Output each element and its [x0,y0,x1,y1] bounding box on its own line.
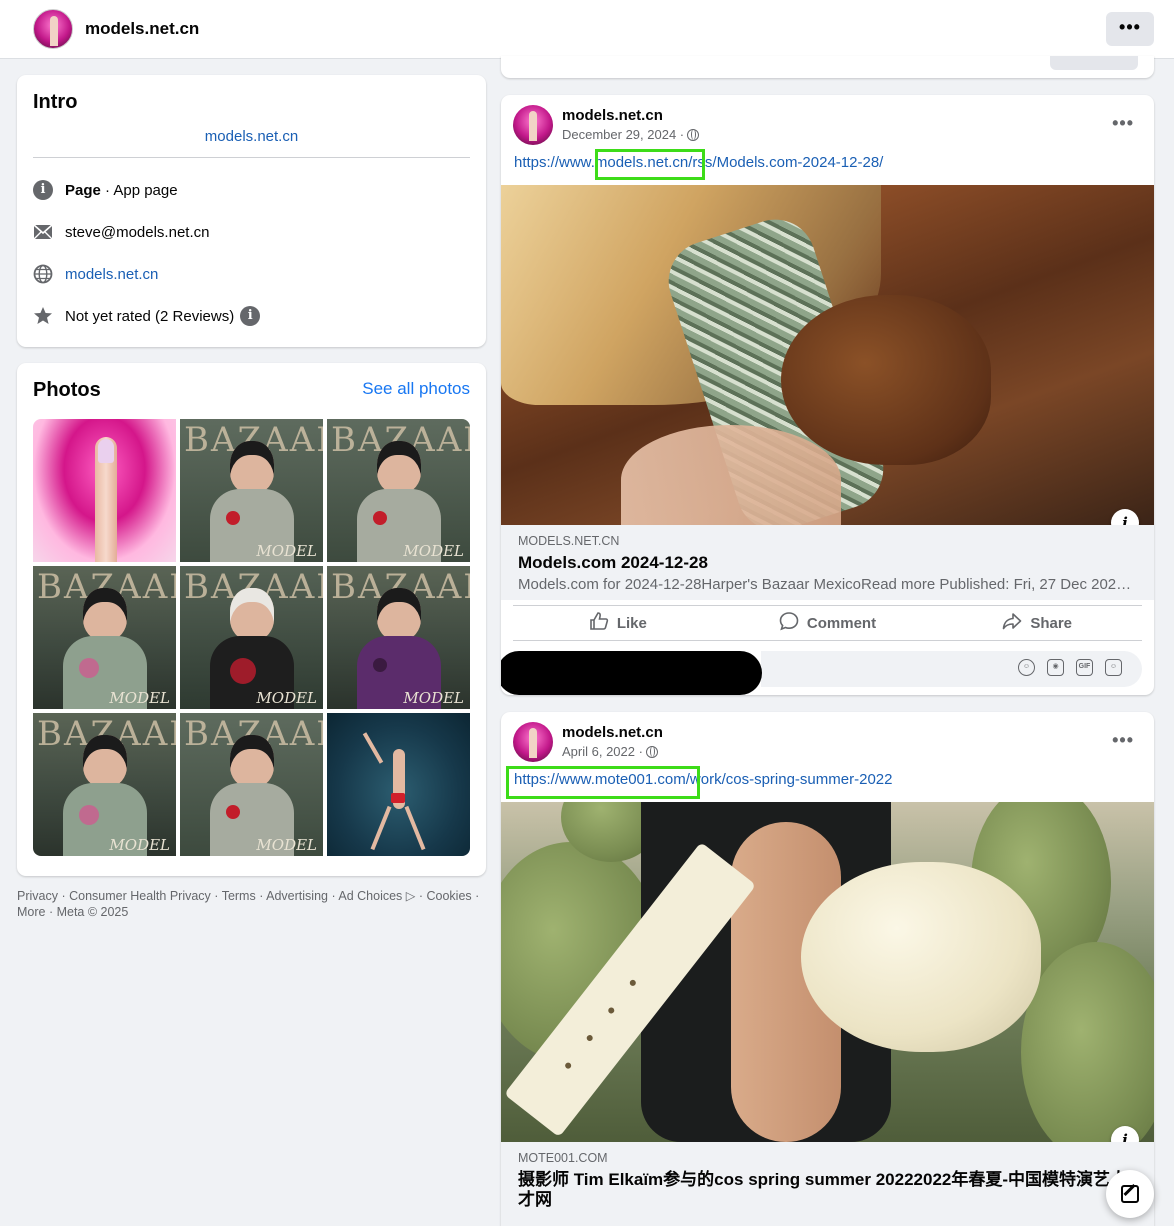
sticker-icon[interactable]: ☺ [1105,659,1122,676]
page-avatar[interactable] [33,9,73,49]
comment-input[interactable]: ☺ ◉ GIF ☺ [761,651,1142,687]
page-name[interactable]: models.net.cn [85,19,199,39]
intro-title: Intro [33,91,78,113]
website-link[interactable]: models.net.cn [65,266,158,283]
photo-thumbnail[interactable]: BAZAARMODEL [327,566,470,709]
compose-icon [1121,1185,1139,1203]
like-label: Like [616,614,647,632]
post-date-text: April 6, 2022 · [562,744,643,759]
photo-thumbnail[interactable]: BAZAARMODEL [180,419,323,562]
category-value: · App page [100,181,178,199]
photo-thumbnail[interactable]: BAZAARMODEL [33,713,176,856]
public-globe-icon [645,745,658,758]
post-author-avatar[interactable] [513,722,553,762]
link-title: Models.com 2024-12-28 [518,553,708,572]
emoji-icon[interactable]: ☺ [1018,659,1035,676]
photo-thumbnail[interactable]: BAZAARMODEL [180,713,323,856]
post-date[interactable]: December 29, 2024 · [562,127,700,142]
see-all-photos-link[interactable]: See all photos [362,379,470,399]
photos-card: Photos See all photos BAZAARMODEL BAZAAR… [17,363,486,876]
new-message-button[interactable] [1106,1170,1154,1218]
photos-title: Photos [33,379,101,401]
intro-category-row: i Page · App page [33,179,178,201]
post-more-button[interactable]: ••• [1112,730,1134,751]
photo-grid: BAZAARMODEL BAZAARMODEL BAZAARMODEL BAZA… [33,419,470,856]
email-text: steve@models.net.cn [65,223,210,241]
globe-icon [33,264,53,284]
envelope-icon [33,222,53,242]
photo-thumbnail[interactable] [33,419,176,562]
photo-thumbnail[interactable]: BAZAARMODEL [327,419,470,562]
previous-post-bottom [501,56,1154,78]
link-preview-image[interactable] [501,185,1154,525]
comment-composer: ☺ ◉ GIF ☺ [501,651,1154,695]
share-icon [1002,611,1022,636]
post-date[interactable]: April 6, 2022 · [562,744,658,759]
share-label: Share [1030,614,1073,632]
public-globe-icon [687,128,700,141]
intro-card: Intro models.net.cn i Page · App page st… [17,75,486,347]
link-preview-box[interactable]: MODELS.NET.CN Models.com 2024-12-28 Mode… [501,525,1154,600]
post-actions: Like Comment Share [513,605,1142,641]
post: models.net.cn December 29, 2024 · ••• ht… [501,95,1154,695]
star-icon [33,306,53,326]
footer-links[interactable]: Privacy · Consumer Health Privacy · Term… [17,888,489,920]
link-title: 摄影师 Tim Elkaïm参与的cos spring summer 20222… [518,1170,1128,1209]
thumbs-up-icon [589,611,609,636]
link-preview-image[interactable] [501,802,1154,1142]
more-options-button[interactable]: ••• [1106,12,1154,46]
link-description: Models.com for 2024-12-28Harper's Bazaar… [518,576,1133,593]
intro-bio-link[interactable]: models.net.cn [17,128,486,145]
comment-icon [779,611,799,636]
post-author-name[interactable]: models.net.cn [562,724,663,741]
link-domain: MODELS.NET.CN [518,534,620,548]
post-more-button[interactable]: ••• [1112,113,1134,134]
highlight-box [595,149,705,180]
share-button[interactable]: Share [932,606,1142,640]
info-icon: i [33,180,53,200]
link-domain: MOTE001.COM [518,1151,608,1165]
photo-thumbnail[interactable]: BAZAARMODEL [33,566,176,709]
rating-text: Not yet rated (2 Reviews) [65,307,235,325]
photo-thumbnail[interactable] [327,713,470,856]
divider [33,157,470,158]
post-author-name[interactable]: models.net.cn [562,107,663,124]
redaction-mark [501,651,762,695]
comment-label: Comment [806,614,877,632]
link-preview-box[interactable]: MOTE001.COM 摄影师 Tim Elkaïm参与的cos spring … [501,1142,1154,1226]
intro-rating-row: Not yet rated (2 Reviews) i [33,305,261,327]
previous-post-button[interactable] [1050,56,1138,70]
post: models.net.cn April 6, 2022 · ••• https:… [501,712,1154,1226]
intro-website-row: models.net.cn [33,263,158,285]
comment-button[interactable]: Comment [723,606,933,640]
category-label: Page [65,181,101,199]
intro-email-row: steve@models.net.cn [33,221,209,243]
post-author-avatar[interactable] [513,105,553,145]
post-date-text: December 29, 2024 · [562,127,685,142]
gif-icon[interactable]: GIF [1076,659,1093,676]
highlight-box [506,766,700,799]
rating-info-icon[interactable]: i [240,306,261,326]
camera-icon[interactable]: ◉ [1047,659,1064,676]
page-header: models.net.cn ••• [0,0,1174,59]
photo-thumbnail[interactable]: BAZAARMODEL [180,566,323,709]
like-button[interactable]: Like [513,606,723,640]
